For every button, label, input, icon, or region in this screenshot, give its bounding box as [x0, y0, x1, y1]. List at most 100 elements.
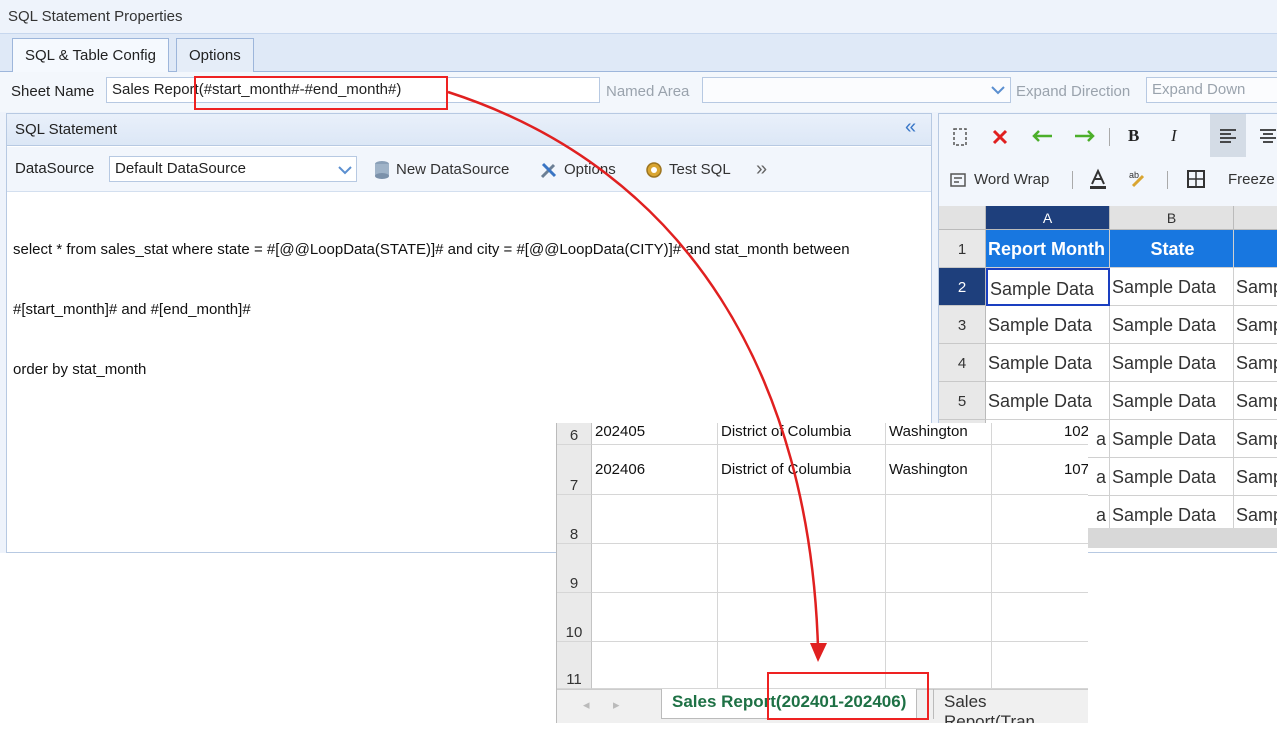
sql-editor[interactable]: select * from sales_stat where state = #…: [13, 200, 925, 420]
grid-cell[interactable]: Sample Data: [1110, 420, 1234, 458]
sheet-cell[interactable]: [592, 544, 718, 593]
sheet-cell[interactable]: [992, 642, 1088, 689]
highlight-box-sheet-tab: [767, 672, 929, 720]
sheet-cell[interactable]: District of Columbia: [718, 423, 886, 445]
sql-line: order by stat_month: [13, 361, 147, 378]
grid-cell[interactable]: Samp: [1234, 458, 1277, 496]
sheet-tab[interactable]: Sales Report(Tran: [933, 689, 1088, 723]
header-cell[interactable]: State: [1110, 230, 1234, 268]
column-header[interactable]: B: [1110, 206, 1234, 230]
row-header[interactable]: 2: [939, 268, 986, 306]
row-header[interactable]: 5: [939, 382, 986, 420]
grid-cell[interactable]: Sample Data: [986, 306, 1110, 344]
new-datasource-button[interactable]: New DataSource: [396, 161, 509, 178]
row-header[interactable]: 1: [939, 230, 986, 268]
sheet-cell[interactable]: 107: [992, 445, 1088, 495]
row-header[interactable]: 7: [557, 445, 592, 495]
sheet-cell[interactable]: 202406: [592, 445, 718, 495]
grid-cell[interactable]: Sample Data: [1110, 458, 1234, 496]
sheet-cell[interactable]: [718, 593, 886, 642]
italic-icon[interactable]: I: [1171, 126, 1177, 146]
chevron-down-icon: [338, 166, 352, 175]
row-header[interactable]: 11: [557, 642, 592, 689]
sheet-cell[interactable]: 102: [992, 423, 1088, 445]
grid-cell[interactable]: Samp: [1234, 268, 1277, 306]
sheet-cell[interactable]: [992, 593, 1088, 642]
sql-toolbar: DataSource Default DataSource New DataSo…: [7, 147, 931, 192]
dialog-title: SQL Statement Properties: [0, 0, 1277, 34]
sheet-cell[interactable]: District of Columbia: [718, 445, 886, 495]
expand-direction-select[interactable]: Expand Down: [1146, 77, 1277, 103]
scroll-right-icon[interactable]: ▸: [613, 697, 620, 713]
sheet-cell[interactable]: [992, 544, 1088, 593]
sheet-cell[interactable]: [886, 495, 992, 544]
sheet-cell[interactable]: [592, 593, 718, 642]
named-area-select[interactable]: [702, 77, 1011, 103]
tab-options[interactable]: Options: [176, 38, 254, 72]
scroll-left-icon[interactable]: ◂: [583, 697, 590, 713]
grid-cell[interactable]: Sample Data: [1110, 306, 1234, 344]
grid-cell[interactable]: Samp: [1234, 420, 1277, 458]
datasource-label: DataSource: [15, 160, 95, 177]
font-color-icon[interactable]: [1087, 168, 1109, 190]
sheet-cell[interactable]: [592, 642, 718, 689]
grid-cell[interactable]: Sample Data: [986, 268, 1110, 306]
row-header[interactable]: 9: [557, 544, 592, 593]
header-cell[interactable]: [1234, 230, 1277, 268]
align-center-icon[interactable]: [1259, 128, 1277, 144]
row-header[interactable]: 10: [557, 593, 592, 642]
header-cell[interactable]: Report Month: [986, 230, 1110, 268]
sql-line: #[start_month]# and #[end_month]#: [13, 301, 251, 318]
grid-cell[interactable]: Samp: [1234, 344, 1277, 382]
grid-cell[interactable]: Sample Data: [986, 344, 1110, 382]
tools-icon: [540, 162, 557, 179]
test-sql-button[interactable]: Test SQL: [669, 161, 731, 178]
sheet-row: Sheet Name Sales Report(#start_month#-#e…: [0, 72, 1277, 112]
delete-icon[interactable]: [991, 128, 1009, 146]
grid-cell[interactable]: Sample Data: [986, 382, 1110, 420]
sheet-cell[interactable]: [718, 544, 886, 593]
sql-line: select * from sales_stat where state = #…: [13, 241, 850, 258]
grid-cell[interactable]: Samp: [1234, 382, 1277, 420]
tab-sql-table-config[interactable]: SQL & Table Config: [12, 38, 169, 72]
column-header[interactable]: [1234, 206, 1277, 230]
column-header[interactable]: A: [986, 206, 1110, 230]
options-button[interactable]: Options: [564, 161, 616, 178]
collapse-icon[interactable]: «: [905, 116, 916, 139]
grid-cell[interactable]: Sample Data: [1110, 268, 1234, 306]
sheet-cell[interactable]: Washington: [886, 445, 992, 495]
sheet-cell[interactable]: [886, 544, 992, 593]
highlight-icon[interactable]: ab: [1127, 168, 1149, 190]
word-wrap-button[interactable]: Word Wrap: [974, 171, 1049, 188]
datasource-select[interactable]: Default DataSource: [109, 156, 357, 182]
bold-icon[interactable]: B: [1128, 126, 1139, 146]
grid-cell[interactable]: Samp: [1234, 306, 1277, 344]
freeze-button[interactable]: Freeze: [1228, 171, 1275, 188]
grid-cell[interactable]: Sample Data: [1110, 344, 1234, 382]
grid-corner: [939, 206, 986, 230]
sheet-cell[interactable]: [992, 495, 1088, 544]
sheet-cell[interactable]: 202405: [592, 423, 718, 445]
sheet-name-label: Sheet Name: [11, 83, 95, 100]
toolbar-divider: [1167, 171, 1168, 189]
arrow-left-icon[interactable]: [1032, 129, 1054, 143]
more-icon[interactable]: »: [756, 158, 767, 181]
row-header[interactable]: 3: [939, 306, 986, 344]
row-header[interactable]: 8: [557, 495, 592, 544]
arrow-right-icon[interactable]: [1073, 129, 1095, 143]
border-icon[interactable]: [1186, 169, 1206, 189]
align-left-icon: [1220, 129, 1236, 143]
sql-panel-header: SQL Statement «: [7, 114, 931, 146]
sheet-cell[interactable]: [718, 495, 886, 544]
chevron-down-icon: [991, 86, 1005, 95]
sheet-cell[interactable]: [592, 495, 718, 544]
sql-panel-title: SQL Statement: [15, 121, 117, 138]
grid-cell[interactable]: Sample Data: [1110, 382, 1234, 420]
sheet-cell[interactable]: [886, 593, 992, 642]
sheet-cell[interactable]: Washington: [886, 423, 992, 445]
align-left-button[interactable]: [1210, 114, 1246, 157]
expand-direction-label: Expand Direction: [1016, 83, 1131, 100]
row-header[interactable]: 4: [939, 344, 986, 382]
row-header[interactable]: 6: [557, 423, 592, 445]
copy-format-icon[interactable]: [951, 126, 969, 148]
